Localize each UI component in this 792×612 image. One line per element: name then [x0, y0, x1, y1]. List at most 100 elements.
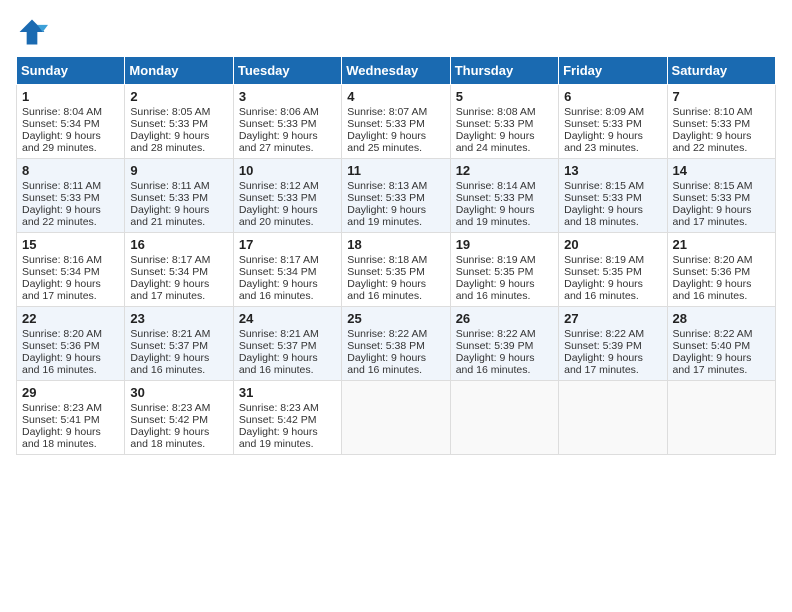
sunset-text: Sunset: 5:33 PM [239, 192, 336, 204]
sunset-text: Sunset: 5:35 PM [347, 266, 444, 278]
sunrise-text: Sunrise: 8:05 AM [130, 106, 227, 118]
sunrise-text: Sunrise: 8:19 AM [564, 254, 661, 266]
daylight-text: Daylight: 9 hours and 22 minutes. [673, 130, 770, 154]
daylight-text: Daylight: 9 hours and 19 minutes. [239, 426, 336, 450]
calendar-cell [450, 381, 558, 455]
sunset-text: Sunset: 5:33 PM [347, 192, 444, 204]
day-number: 12 [456, 163, 553, 178]
sunset-text: Sunset: 5:33 PM [564, 118, 661, 130]
calendar-cell [667, 381, 775, 455]
day-number: 16 [130, 237, 227, 252]
calendar-cell: 24Sunrise: 8:21 AMSunset: 5:37 PMDayligh… [233, 307, 341, 381]
sunrise-text: Sunrise: 8:11 AM [22, 180, 119, 192]
sunrise-text: Sunrise: 8:17 AM [130, 254, 227, 266]
day-number: 26 [456, 311, 553, 326]
calendar-cell: 26Sunrise: 8:22 AMSunset: 5:39 PMDayligh… [450, 307, 558, 381]
day-header-saturday: Saturday [667, 57, 775, 85]
sunset-text: Sunset: 5:42 PM [130, 414, 227, 426]
day-number: 13 [564, 163, 661, 178]
daylight-text: Daylight: 9 hours and 29 minutes. [22, 130, 119, 154]
daylight-text: Daylight: 9 hours and 21 minutes. [130, 204, 227, 228]
daylight-text: Daylight: 9 hours and 16 minutes. [673, 278, 770, 302]
calendar-cell: 6Sunrise: 8:09 AMSunset: 5:33 PMDaylight… [559, 85, 667, 159]
calendar-week-row: 29Sunrise: 8:23 AMSunset: 5:41 PMDayligh… [17, 381, 776, 455]
sunset-text: Sunset: 5:33 PM [22, 192, 119, 204]
calendar-cell: 16Sunrise: 8:17 AMSunset: 5:34 PMDayligh… [125, 233, 233, 307]
sunrise-text: Sunrise: 8:22 AM [347, 328, 444, 340]
day-number: 19 [456, 237, 553, 252]
day-number: 21 [673, 237, 770, 252]
sunrise-text: Sunrise: 8:08 AM [456, 106, 553, 118]
sunrise-text: Sunrise: 8:19 AM [456, 254, 553, 266]
sunrise-text: Sunrise: 8:07 AM [347, 106, 444, 118]
sunset-text: Sunset: 5:37 PM [130, 340, 227, 352]
calendar-cell: 31Sunrise: 8:23 AMSunset: 5:42 PMDayligh… [233, 381, 341, 455]
calendar-cell: 2Sunrise: 8:05 AMSunset: 5:33 PMDaylight… [125, 85, 233, 159]
daylight-text: Daylight: 9 hours and 27 minutes. [239, 130, 336, 154]
logo [16, 16, 52, 48]
sunrise-text: Sunrise: 8:20 AM [22, 328, 119, 340]
day-number: 4 [347, 89, 444, 104]
calendar-cell: 5Sunrise: 8:08 AMSunset: 5:33 PMDaylight… [450, 85, 558, 159]
day-number: 17 [239, 237, 336, 252]
sunrise-text: Sunrise: 8:20 AM [673, 254, 770, 266]
calendar-cell: 30 Sunrise: 8:23 AMSunset: 5:42 PMDayligh… [125, 381, 233, 455]
daylight-text: Daylight: 9 hours and 16 minutes. [564, 278, 661, 302]
sunset-text: Sunset: 5:38 PM [347, 340, 444, 352]
sunrise-text: Sunrise: 8:15 AM [564, 180, 661, 192]
sunrise-text: Sunrise: 8:10 AM [673, 106, 770, 118]
daylight-text: Daylight: 9 hours and 24 minutes. [456, 130, 553, 154]
daylight-text: Daylight: 9 hours and 16 minutes. [347, 352, 444, 376]
calendar-cell: 23Sunrise: 8:21 AMSunset: 5:37 PMDayligh… [125, 307, 233, 381]
sunset-text: Sunset: 5:34 PM [239, 266, 336, 278]
sunset-text: Sunset: 5:34 PM [130, 266, 227, 278]
day-number: 30 [130, 385, 227, 400]
day-number: 18 [347, 237, 444, 252]
calendar-cell [342, 381, 450, 455]
day-number: 14 [673, 163, 770, 178]
sunset-text: Sunset: 5:33 PM [564, 192, 661, 204]
daylight-text: Daylight: 9 hours and 16 minutes. [456, 352, 553, 376]
day-number: 7 [673, 89, 770, 104]
sunrise-text: Sunrise: 8:22 AM [673, 328, 770, 340]
daylight-text: Daylight: 9 hours and 16 minutes. [239, 352, 336, 376]
sunrise-text: Sunrise: 8:21 AM [130, 328, 227, 340]
calendar-cell: 12Sunrise: 8:14 AMSunset: 5:33 PMDayligh… [450, 159, 558, 233]
page-header [16, 16, 776, 48]
calendar-cell: 28Sunrise: 8:22 AMSunset: 5:40 PMDayligh… [667, 307, 775, 381]
daylight-text: Daylight: 9 hours and 18 minutes. [22, 426, 119, 450]
daylight-text: Daylight: 9 hours and 18 minutes. [130, 426, 227, 450]
daylight-text: Daylight: 9 hours and 17 minutes. [22, 278, 119, 302]
calendar-cell: 11Sunrise: 8:13 AMSunset: 5:33 PMDayligh… [342, 159, 450, 233]
sunrise-text: Sunrise: 8:23 AM [130, 402, 227, 414]
daylight-text: Daylight: 9 hours and 16 minutes. [347, 278, 444, 302]
day-number: 25 [347, 311, 444, 326]
sunset-text: Sunset: 5:33 PM [130, 192, 227, 204]
calendar-cell: 22Sunrise: 8:20 AMSunset: 5:36 PMDayligh… [17, 307, 125, 381]
day-header-tuesday: Tuesday [233, 57, 341, 85]
day-number: 15 [22, 237, 119, 252]
day-number: 24 [239, 311, 336, 326]
daylight-text: Daylight: 9 hours and 16 minutes. [239, 278, 336, 302]
calendar-cell: 10Sunrise: 8:12 AMSunset: 5:33 PMDayligh… [233, 159, 341, 233]
sunrise-text: Sunrise: 8:09 AM [564, 106, 661, 118]
day-number: 10 [239, 163, 336, 178]
sunset-text: Sunset: 5:42 PM [239, 414, 336, 426]
sunset-text: Sunset: 5:39 PM [564, 340, 661, 352]
daylight-text: Daylight: 9 hours and 17 minutes. [673, 204, 770, 228]
sunset-text: Sunset: 5:36 PM [673, 266, 770, 278]
sunset-text: Sunset: 5:34 PM [22, 118, 119, 130]
day-number: 6 [564, 89, 661, 104]
daylight-text: Daylight: 9 hours and 28 minutes. [130, 130, 227, 154]
calendar-cell: 4Sunrise: 8:07 AMSunset: 5:33 PMDaylight… [342, 85, 450, 159]
calendar-cell: 20Sunrise: 8:19 AMSunset: 5:35 PMDayligh… [559, 233, 667, 307]
day-number: 31 [239, 385, 336, 400]
daylight-text: Daylight: 9 hours and 22 minutes. [22, 204, 119, 228]
sunrise-text: Sunrise: 8:16 AM [22, 254, 119, 266]
calendar-cell: 13Sunrise: 8:15 AMSunset: 5:33 PMDayligh… [559, 159, 667, 233]
sunset-text: Sunset: 5:33 PM [456, 192, 553, 204]
day-header-thursday: Thursday [450, 57, 558, 85]
daylight-text: Daylight: 9 hours and 20 minutes. [239, 204, 336, 228]
sunrise-text: Sunrise: 8:17 AM [239, 254, 336, 266]
sunset-text: Sunset: 5:35 PM [456, 266, 553, 278]
